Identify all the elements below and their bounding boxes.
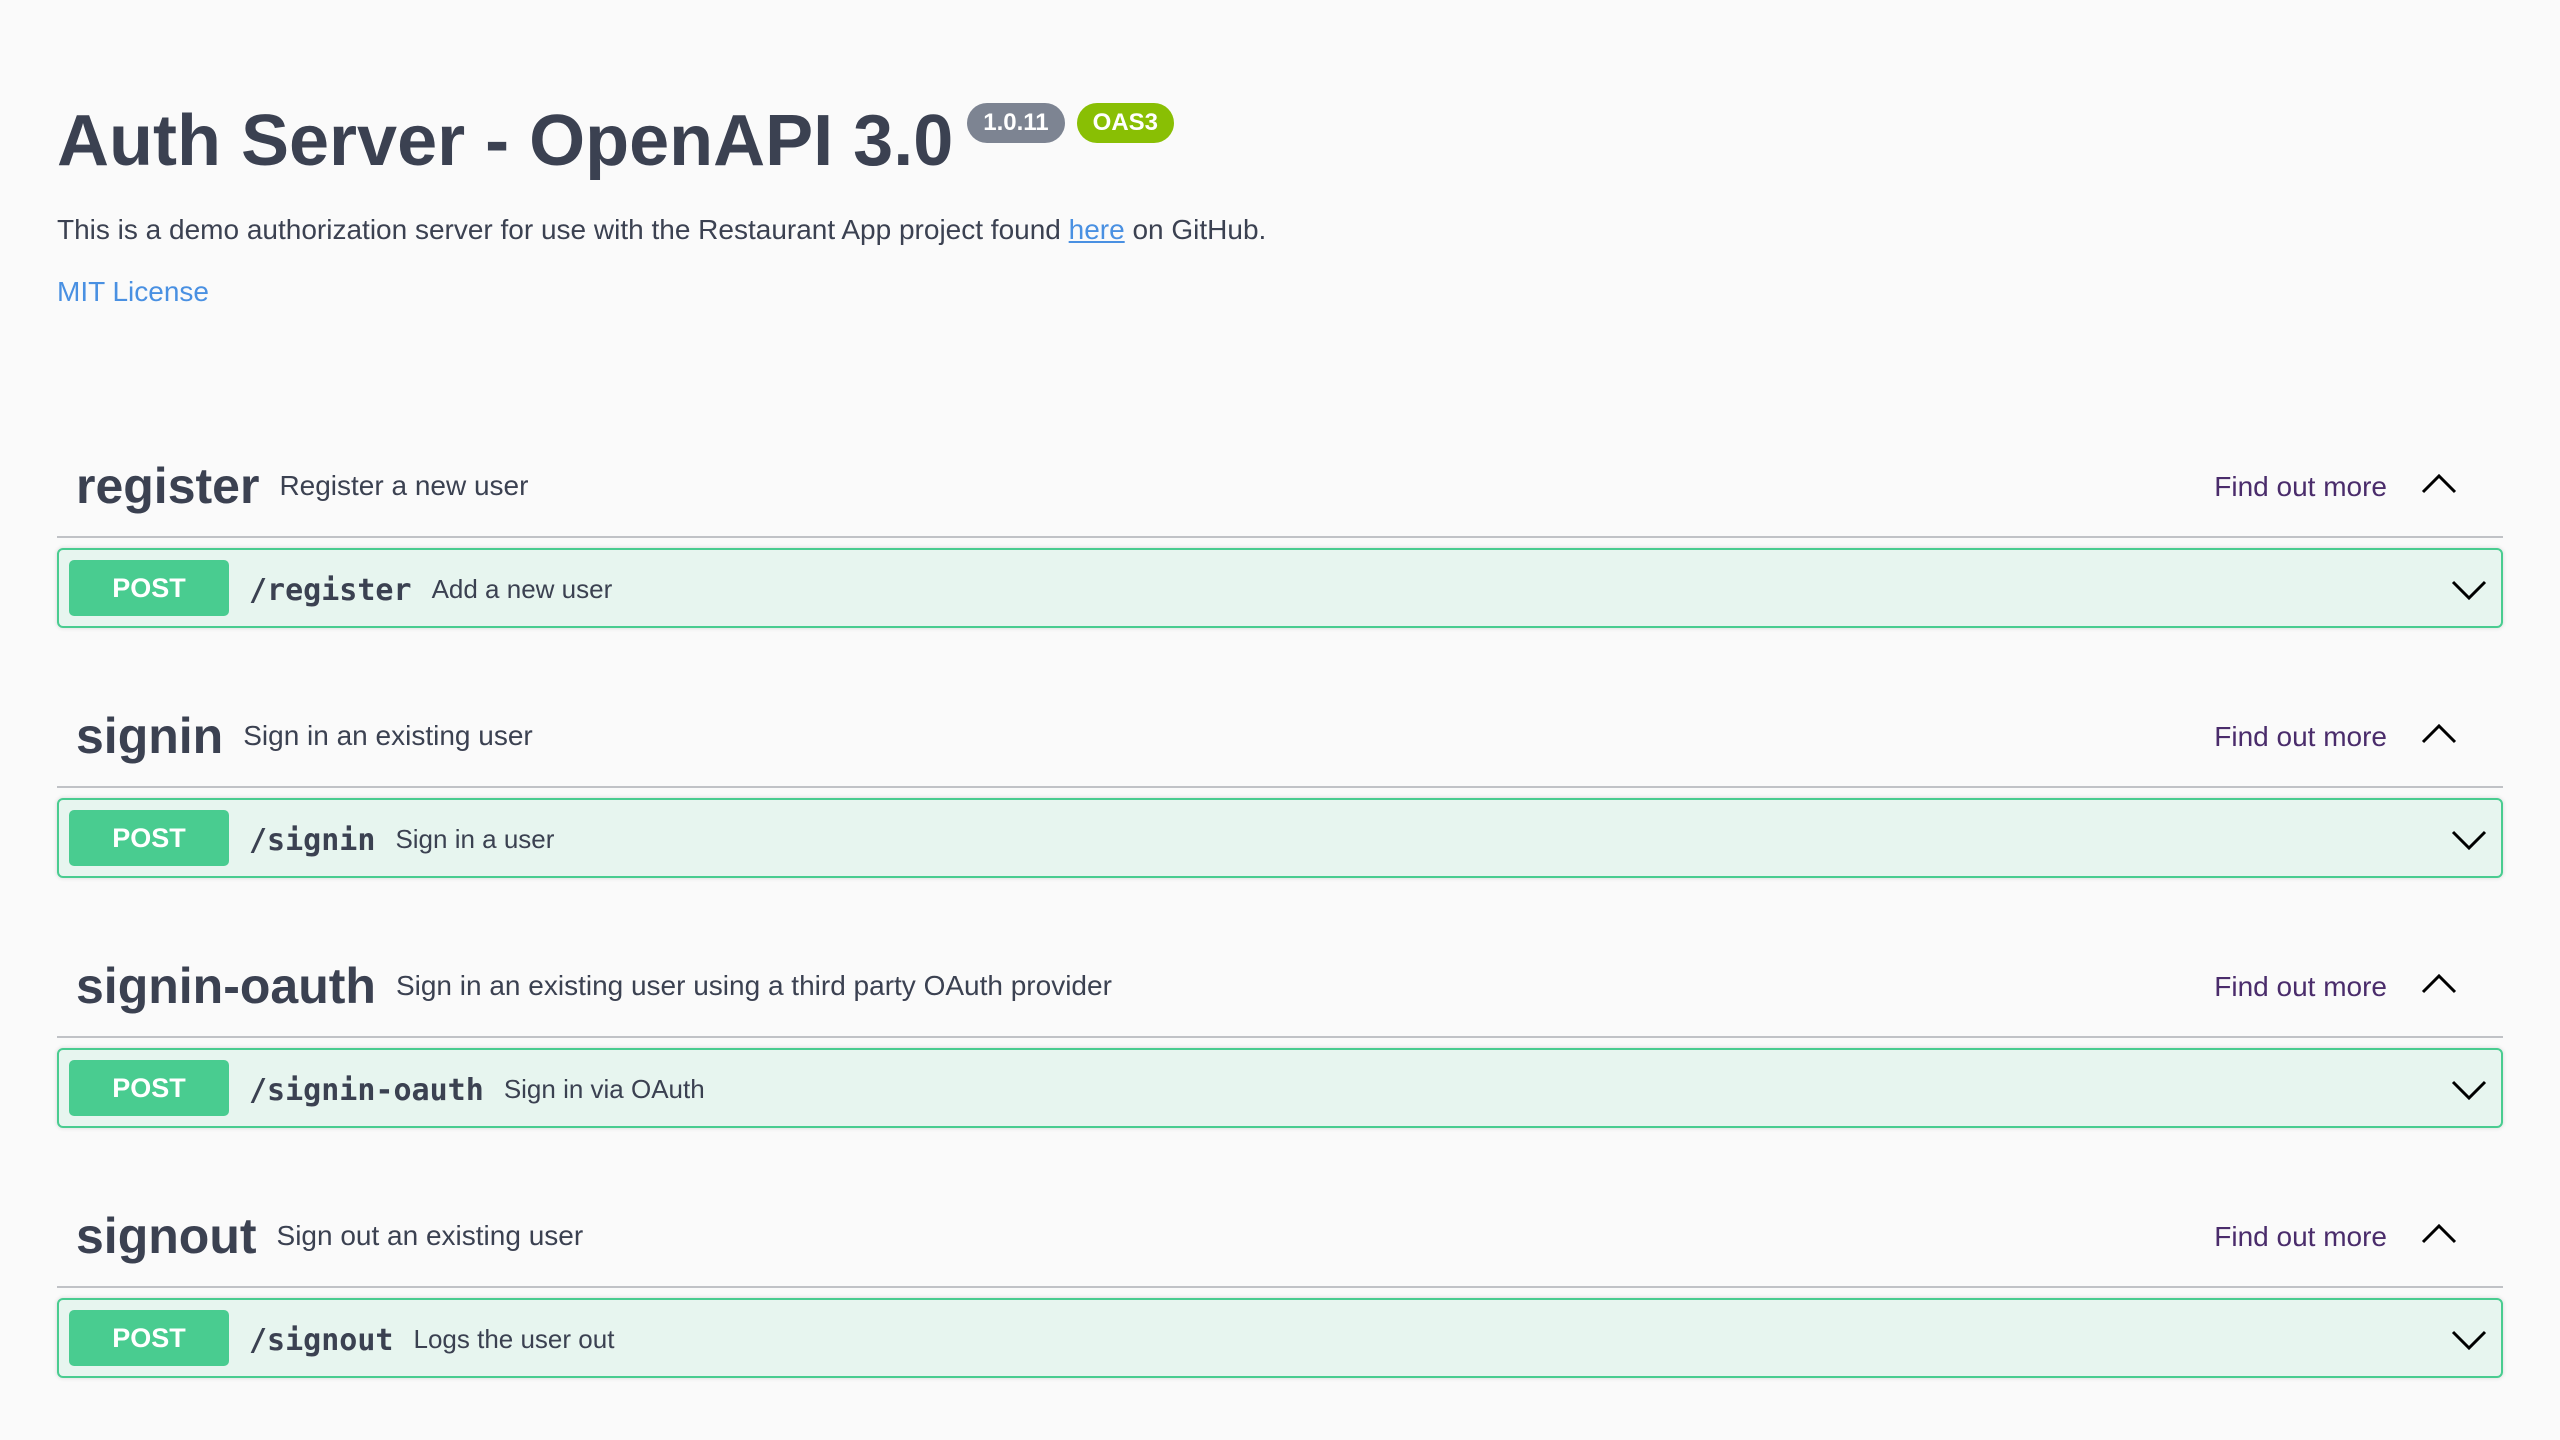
operation-post-register[interactable]: POST /register Add a new user: [57, 548, 2503, 628]
version-badge: 1.0.11: [967, 103, 1065, 143]
operation-summary: Logs the user out: [413, 1324, 615, 1354]
chevron-up-icon[interactable]: [2419, 1214, 2459, 1254]
tag-title: signout Sign out an existing user: [76, 1206, 583, 1266]
chevron-down-icon[interactable]: [2449, 1070, 2489, 1110]
github-link[interactable]: here: [1069, 214, 1125, 245]
chevron-down-icon[interactable]: [2449, 1320, 2489, 1360]
tag-header-signout[interactable]: signout Sign out an existing user Find ou…: [57, 1180, 2503, 1288]
method-badge: POST: [69, 810, 229, 866]
api-description: This is a demo authorization server for …: [57, 212, 2503, 248]
tag-description: Sign in an existing user: [243, 720, 533, 751]
tag-description: Sign in an existing user using a third p…: [395, 970, 1112, 1001]
operation-post-signin-oauth[interactable]: POST /signin-oauth Sign in via OAuth: [57, 1048, 2503, 1128]
tag-name: signin-oauth: [76, 958, 376, 1014]
tag-title: signin Sign in an existing user: [76, 706, 533, 766]
operation-post-signout[interactable]: POST /signout Logs the user out: [57, 1298, 2503, 1378]
tag-description: Sign out an existing user: [276, 1220, 584, 1251]
tag-title: signin-oauth Sign in an existing user usi…: [76, 956, 1112, 1016]
api-info: Auth Server - OpenAPI 3.0 1.0.11 OAS3 Th…: [57, 92, 2503, 310]
path-text: /register: [249, 573, 412, 608]
find-out-more-link[interactable]: Find out more: [2214, 969, 2387, 1005]
path-text: /signin: [249, 823, 376, 858]
tag-title: register Register a new user: [76, 456, 528, 516]
tag-header-signin[interactable]: signin Sign in an existing user Find out …: [57, 680, 2503, 788]
operation-post-signin[interactable]: POST /signin Sign in a user: [57, 798, 2503, 878]
operation-path: /signin Sign in a user: [249, 819, 554, 861]
tag-section-signin-oauth: signin-oauth Sign in an existing user usi…: [57, 930, 2503, 1128]
operation-path: /register Add a new user: [249, 569, 612, 611]
operation-path: /signin-oauth Sign in via OAuth: [249, 1069, 705, 1111]
description-text-before: This is a demo authorization server for …: [57, 214, 1069, 245]
method-badge: POST: [69, 1060, 229, 1116]
operation-summary: Add a new user: [431, 574, 613, 604]
oas-badge: OAS3: [1076, 103, 1175, 143]
tag-header-signin-oauth[interactable]: signin-oauth Sign in an existing user usi…: [57, 930, 2503, 1038]
find-out-more-link[interactable]: Find out more: [2214, 469, 2387, 505]
page: Auth Server - OpenAPI 3.0 1.0.11 OAS3 Th…: [0, 0, 2560, 1440]
chevron-down-icon[interactable]: [2449, 820, 2489, 860]
description-text-after: on GitHub.: [1124, 214, 1267, 245]
tag-name: signout: [76, 1208, 257, 1264]
operation-path: /signout Logs the user out: [249, 1319, 614, 1361]
tag-section-signin: signin Sign in an existing user Find out …: [57, 680, 2503, 878]
operation-summary: Sign in a user: [395, 824, 555, 854]
title-row: Auth Server - OpenAPI 3.0 1.0.11 OAS3: [57, 92, 2503, 190]
chevron-down-icon[interactable]: [2449, 570, 2489, 610]
page-title: Auth Server - OpenAPI 3.0: [57, 101, 954, 181]
path-text: /signout: [249, 1323, 394, 1358]
license-link[interactable]: MIT License: [57, 274, 209, 310]
chevron-up-icon[interactable]: [2419, 464, 2459, 504]
tag-description: Register a new user: [279, 470, 529, 501]
path-text: /signin-oauth: [249, 1073, 484, 1108]
chevron-up-icon[interactable]: [2419, 964, 2459, 1004]
method-badge: POST: [69, 560, 229, 616]
tag-section-register: register Register a new user Find out mor…: [57, 430, 2503, 628]
tag-name: signin: [76, 708, 224, 764]
operation-summary: Sign in via OAuth: [503, 1074, 705, 1104]
chevron-up-icon[interactable]: [2419, 714, 2459, 754]
find-out-more-link[interactable]: Find out more: [2214, 719, 2387, 755]
tag-name: register: [76, 458, 260, 514]
method-badge: POST: [69, 1310, 229, 1366]
tag-header-register[interactable]: register Register a new user Find out mor…: [57, 430, 2503, 538]
tag-section-signout: signout Sign out an existing user Find ou…: [57, 1180, 2503, 1378]
find-out-more-link[interactable]: Find out more: [2214, 1219, 2387, 1255]
